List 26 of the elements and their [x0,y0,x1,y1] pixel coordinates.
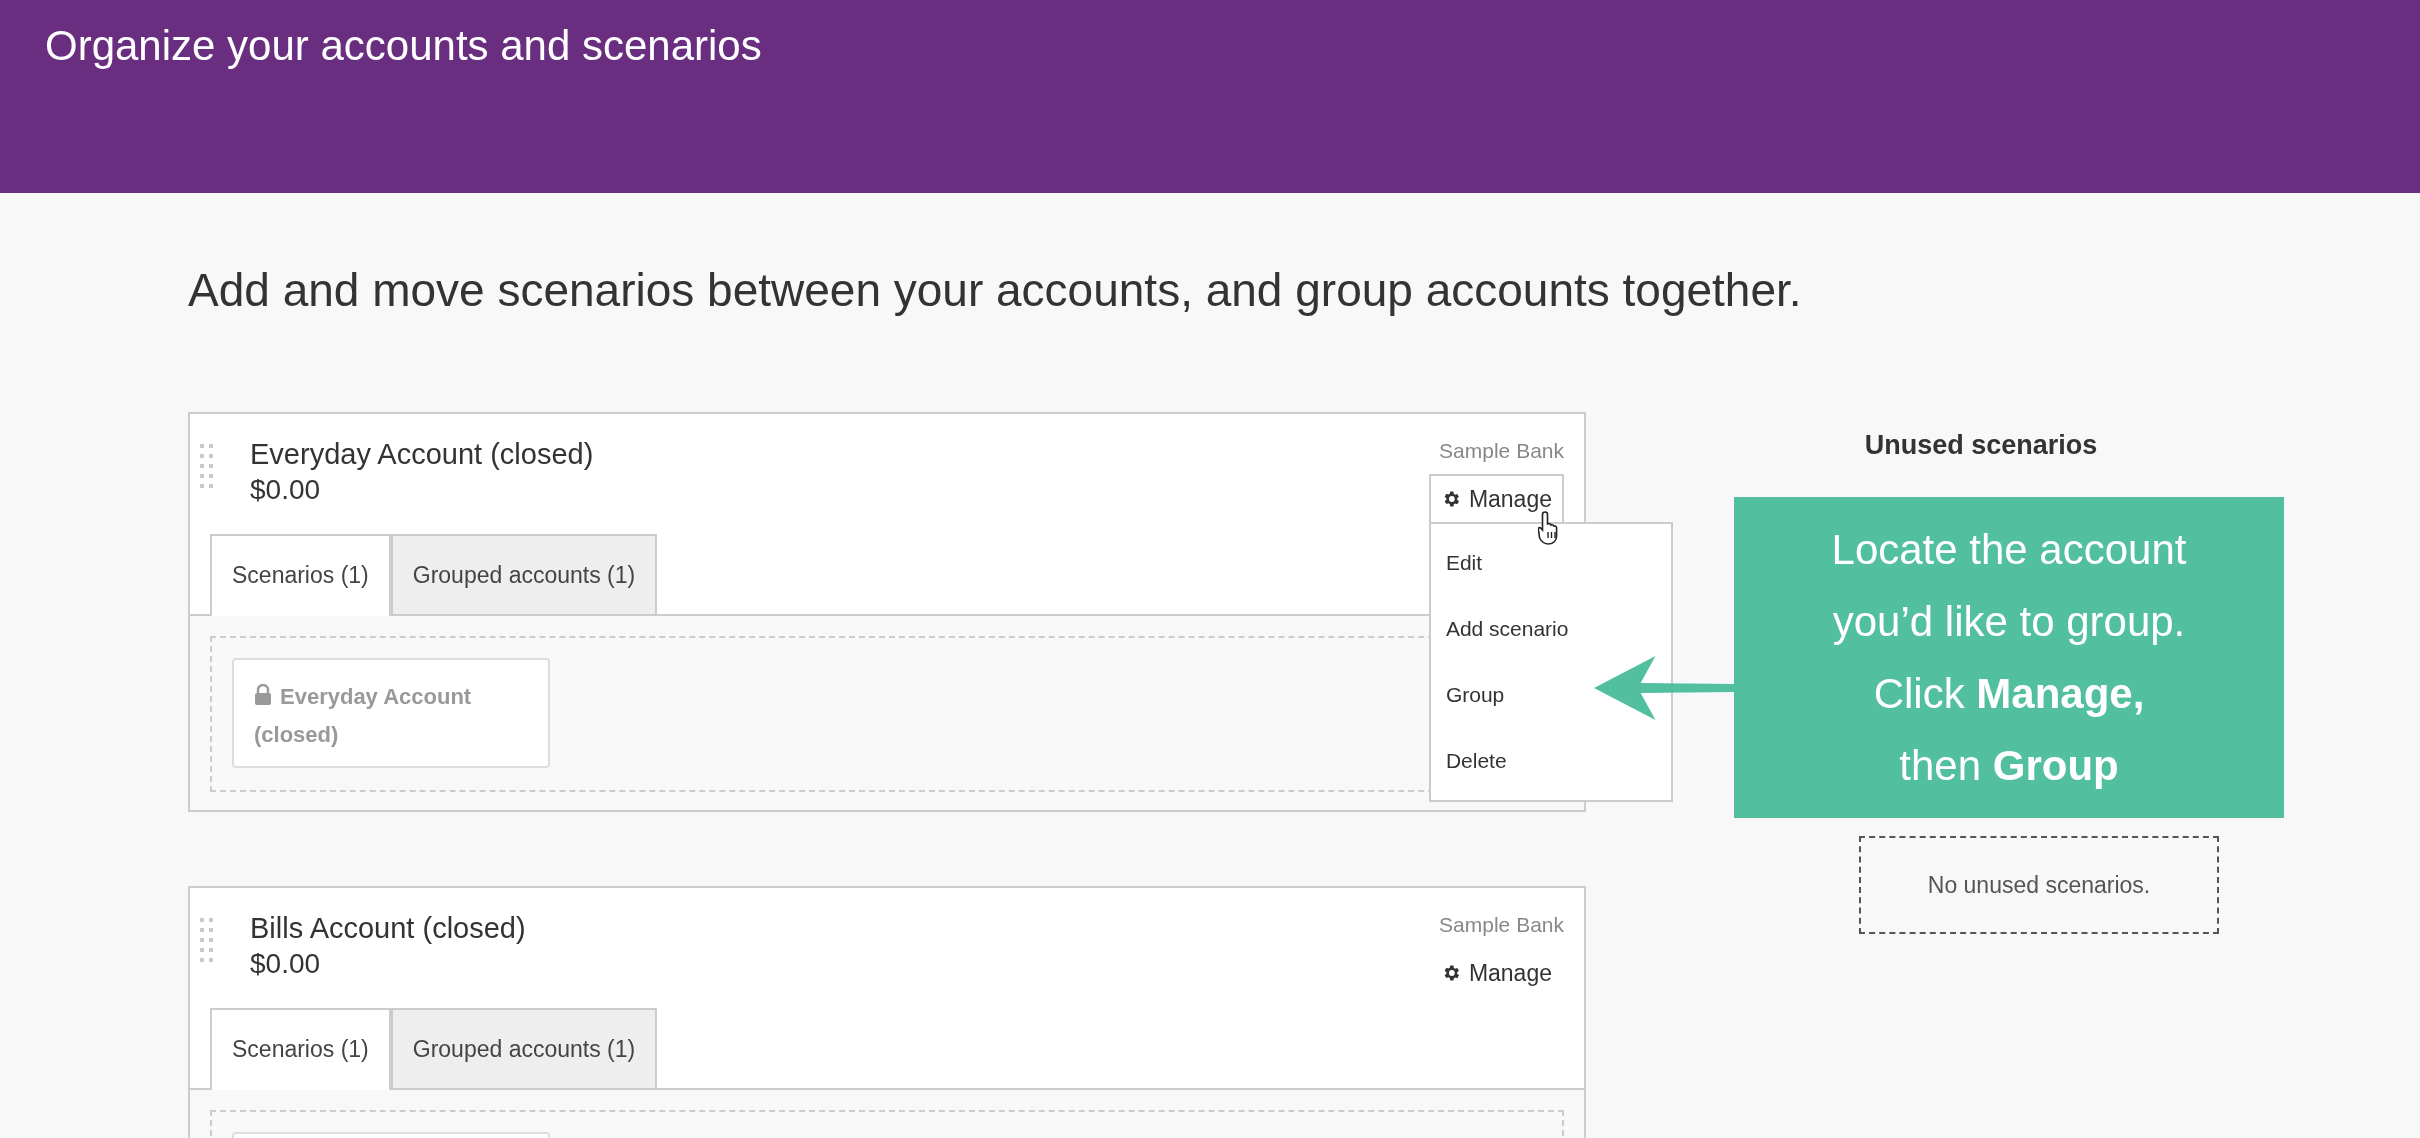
account-name: Bills Account (closed) [250,911,526,946]
bank-name: Sample Bank [1439,438,1564,464]
empty-message: No unused scenarios. [1927,871,2151,899]
drag-handle-icon[interactable] [200,918,214,964]
lock-icon [254,684,272,706]
callout-text: you’d like to group. [1832,596,2186,647]
manage-button[interactable]: Manage [1428,474,1564,524]
menu-item[interactable]: Group [1430,662,1671,728]
bank-name: Sample Bank [1439,912,1564,938]
tab[interactable]: Scenarios (1) [210,534,391,616]
account-name: Everyday Account (closed) [250,437,594,472]
menu-item[interactable]: Edit [1430,530,1671,596]
callout-text: Click Manage, [1873,668,2145,719]
tab[interactable]: Grouped accounts (1) [390,534,658,614]
page-title: Organize your accounts and scenarios [45,22,762,69]
drag-handle-icon[interactable] [200,444,214,490]
menu-item[interactable]: Delete [1430,728,1671,794]
tab[interactable]: Grouped accounts (1) [390,1008,658,1088]
account-balance: $0.00 [250,947,322,981]
callout-text: then Group [1899,740,2119,791]
callout-text: Locate the account [1831,524,2187,575]
account-balance: $0.00 [250,473,322,507]
section-heading: Unused scenarios [1863,430,2099,461]
tab[interactable]: Scenarios (1) [210,1008,391,1090]
intro-text: Add and move scenarios between your accounts, and group accounts together. [188,263,1803,318]
menu-item[interactable]: Add scenario [1430,596,1671,662]
